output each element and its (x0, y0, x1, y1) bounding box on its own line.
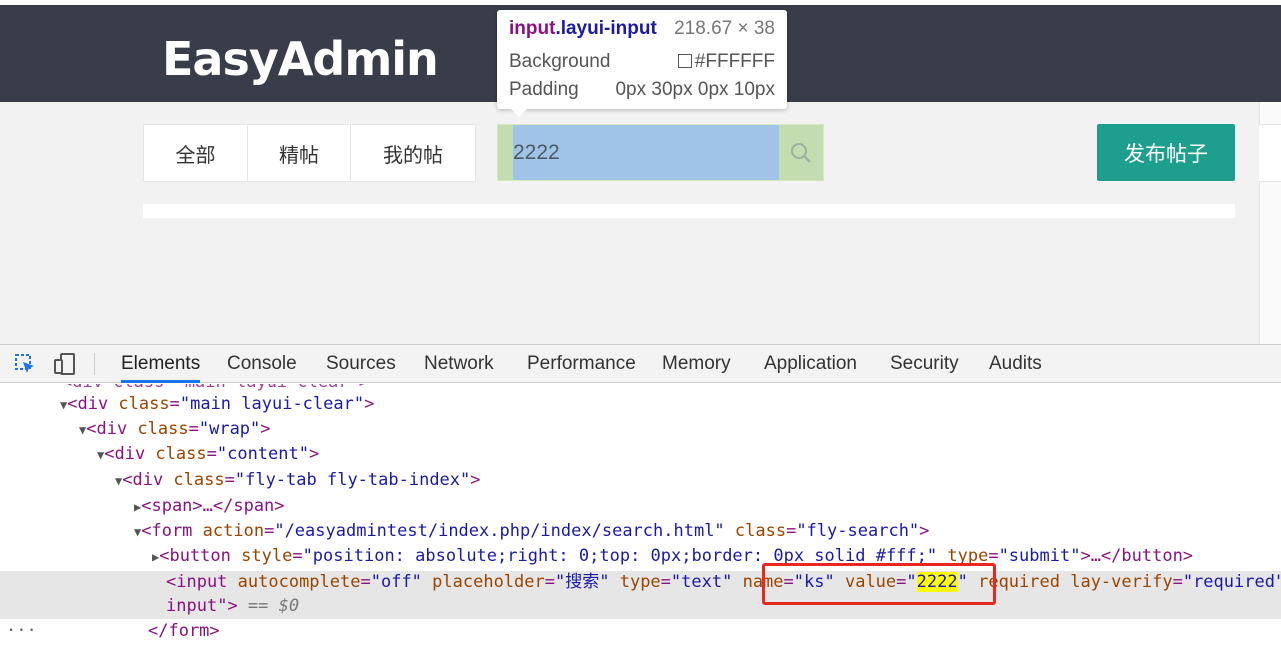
tab-elements[interactable]: Elements (121, 345, 201, 383)
tab-all[interactable]: 全部 (143, 124, 248, 182)
dom-node-content[interactable]: ▼<div class="content"> (97, 442, 319, 467)
search-icon (790, 142, 811, 163)
tab-security[interactable]: Security (890, 345, 959, 383)
publish-post-button[interactable]: 发布帖子 (1097, 124, 1235, 181)
color-swatch-icon (677, 54, 692, 68)
toolbar-divider (94, 353, 95, 375)
tooltip-tag: input (509, 18, 556, 39)
annotation-red-box (762, 563, 996, 605)
dom-node-input-selected[interactable]: <input autocomplete="off" placeholder="搜… (166, 570, 1281, 595)
tooltip-padding-label: Padding (509, 79, 579, 100)
elements-tree: <div class="main layui-clear"> ▼<div cla… (0, 384, 1281, 650)
tooltip-class: .layui-input (555, 18, 657, 39)
dom-node-input-cont[interactable]: input"> == $0 (166, 594, 299, 619)
tooltip-padding-value: 0px 30px 0px 10px (615, 79, 775, 100)
tooltip-header: input.layui-input 218.67 × 38 (509, 18, 775, 40)
dom-node-wrap[interactable]: ▼<div class="wrap"> (79, 417, 271, 442)
inspect-tooltip: input.layui-input 218.67 × 38 Background… (497, 10, 787, 117)
dom-node-form-close[interactable]: </form> (148, 619, 220, 644)
tooltip-padding-row: Padding 0px 30px 0px 10px (509, 79, 775, 101)
dom-node-form[interactable]: ▼<form action="/easyadmintest/index.php/… (134, 519, 929, 544)
tab-performance[interactable]: Performance (527, 345, 636, 383)
tab-console[interactable]: Console (227, 345, 297, 383)
tab-sources[interactable]: Sources (326, 345, 396, 383)
tab-featured[interactable]: 精帖 (247, 124, 351, 182)
tooltip-selector: input.layui-input (509, 18, 657, 40)
tooltip-background-row: Background #FFFFFF (509, 51, 775, 73)
search-button[interactable] (778, 125, 823, 180)
search-input-value: 2222 (513, 141, 560, 164)
search-input[interactable]: 2222 (513, 125, 779, 180)
tab-network[interactable]: Network (424, 345, 494, 383)
post-filter-tabs: 全部 精帖 我的帖 (143, 124, 476, 182)
node-actions-menu[interactable]: ... (6, 616, 37, 636)
site-logo[interactable]: EasyAdmin (162, 29, 439, 89)
tab-audits[interactable]: Audits (989, 345, 1042, 383)
dom-node-main[interactable]: ▼<div class="main layui-clear"> (60, 392, 374, 417)
tooltip-dimensions: 218.67 × 38 (674, 18, 775, 39)
device-toolbar-icon[interactable] (54, 353, 76, 375)
right-side-panel-box (1259, 124, 1281, 182)
page-viewport: EasyAdmin 全部 精帖 我的帖 2222 发布帖子 input.layu… (0, 0, 1281, 344)
dom-node-span[interactable]: ▶<span>…</span> (134, 494, 285, 519)
inspect-element-icon[interactable] (14, 353, 36, 375)
devtools-toolbar: Elements Console Sources Network Perform… (0, 344, 1281, 383)
selected-node-marker: == $0 (237, 596, 300, 616)
tooltip-background-value-wrap: #FFFFFF (677, 51, 775, 73)
search-form: 2222 (497, 124, 824, 181)
tooltip-background-value: #FFFFFF (694, 51, 775, 72)
tab-my-posts[interactable]: 我的帖 (350, 124, 476, 182)
tab-application[interactable]: Application (764, 345, 857, 383)
devtools-panel: Elements Console Sources Network Perform… (0, 344, 1281, 650)
tab-memory[interactable]: Memory (662, 345, 731, 383)
dom-node-button[interactable]: ▶<button style="position: absolute;right… (152, 544, 1193, 569)
dom-node-fly-tab[interactable]: ▼<div class="fly-tab fly-tab-index"> (115, 468, 481, 493)
tooltip-background-label: Background (509, 51, 611, 72)
content-panel (143, 204, 1235, 218)
